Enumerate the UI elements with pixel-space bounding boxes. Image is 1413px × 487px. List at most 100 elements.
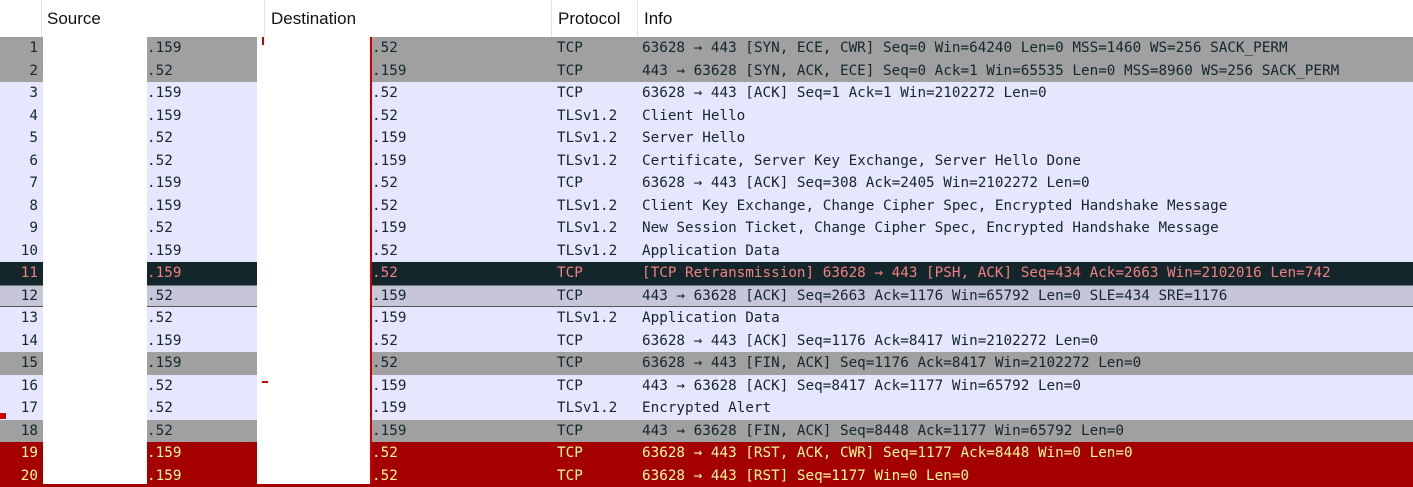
packet-protocol: TLSv1.2 [557, 307, 617, 330]
packet-destination: .52 [372, 240, 398, 263]
packet-source: .52 [147, 60, 173, 83]
packet-protocol: TCP [557, 172, 583, 195]
packet-source: .159 [147, 262, 181, 285]
packet-protocol: TCP [557, 285, 583, 308]
packet-protocol: TCP [557, 420, 583, 443]
packet-protocol: TCP [557, 442, 583, 465]
packet-row[interactable]: 15.159.52TCP63628 → 443 [FIN, ACK] Seq=1… [0, 352, 1413, 375]
packet-destination: .52 [372, 195, 398, 218]
packet-number: 12 [0, 285, 38, 308]
packet-row[interactable]: 10 .159 .52 TLSv1.2 Application Data [0, 240, 1413, 263]
packet-destination: .159 [372, 150, 406, 173]
packet-source: .52 [147, 127, 173, 150]
packet-info: 443 → 63628 [ACK] Seq=2663 Ack=1176 Win=… [642, 285, 1227, 308]
packet-row[interactable]: 16.52.159TCP443 → 63628 [ACK] Seq=8417 A… [0, 375, 1413, 398]
packet-protocol: TCP [557, 262, 583, 285]
packet-source: .52 [147, 375, 173, 398]
packet-info: 63628 → 443 [FIN, ACK] Seq=1176 Ack=8417… [642, 352, 1141, 375]
packet-source: .159 [147, 352, 181, 375]
column-separator[interactable] [41, 0, 42, 37]
packet-row[interactable]: 18.52.159TCP443 → 63628 [FIN, ACK] Seq=8… [0, 420, 1413, 443]
packet-info: Application Data [642, 240, 780, 263]
packet-row[interactable]: 6.52.159TLSv1.2Certificate, Server Key E… [0, 150, 1413, 173]
packet-destination: .52 [372, 330, 398, 353]
packet-number: 11 [0, 262, 38, 285]
column-separator[interactable] [637, 0, 638, 37]
packet-source: .52 [147, 285, 173, 308]
packet-number: 19 [0, 442, 38, 465]
packet-number: 9 [0, 217, 38, 240]
packet-destination: .52 [372, 82, 398, 105]
packet-protocol: TLSv1.2 [557, 217, 617, 240]
packet-row[interactable]: 7.159.52TCP63628 → 443 [ACK] Seq=308 Ack… [0, 172, 1413, 195]
packet-protocol: TLSv1.2 [557, 240, 617, 263]
column-header-info[interactable]: Info [644, 0, 672, 37]
packet-destination: .52 [372, 37, 398, 60]
packet-destination: .159 [372, 127, 406, 150]
packet-info: 63628 → 443 [ACK] Seq=1 Ack=1 Win=210227… [642, 82, 1047, 105]
packet-source: .159 [147, 172, 181, 195]
packet-number: 7 [0, 172, 38, 195]
packet-row[interactable]: 17.52.159TLSv1.2Encrypted Alert [0, 397, 1413, 420]
packet-info: 63628 → 443 [ACK] Seq=308 Ack=2405 Win=2… [642, 172, 1090, 195]
packet-destination: .52 [372, 262, 398, 285]
redaction-mask-destination [257, 37, 370, 484]
packet-number: 8 [0, 195, 38, 218]
packet-destination: .159 [372, 60, 406, 83]
packet-info: Application Data [642, 307, 780, 330]
packet-number: 1 [0, 37, 38, 60]
packet-number: 5 [0, 127, 38, 150]
packet-protocol: TCP [557, 375, 583, 398]
packet-list-header: Source Destination Protocol Info [0, 0, 1413, 37]
packet-row[interactable]: 11.159.52TCP[TCP Retransmission] 63628 →… [0, 262, 1413, 285]
column-separator[interactable] [264, 0, 265, 37]
packet-destination: .159 [372, 397, 406, 420]
packet-row[interactable]: 19.159.52TCP63628 → 443 [RST, ACK, CWR] … [0, 442, 1413, 465]
packet-info: 443 → 63628 [FIN, ACK] Seq=8448 Ack=1177… [642, 420, 1124, 443]
packet-row[interactable]: 1.159.52TCP63628 → 443 [SYN, ECE, CWR] S… [0, 37, 1413, 60]
packet-info: 63628 → 443 [SYN, ECE, CWR] Seq=0 Win=64… [642, 37, 1288, 60]
packet-destination: .159 [372, 217, 406, 240]
packet-row[interactable]: 2.52.159TCP443 → 63628 [SYN, ACK, ECE] S… [0, 60, 1413, 83]
redaction-mask-source [43, 37, 147, 484]
column-separator[interactable] [551, 0, 552, 37]
packet-destination: .52 [372, 442, 398, 465]
packet-source: .159 [147, 240, 181, 263]
packet-source: .52 [147, 420, 173, 443]
packet-row[interactable]: 3.159.52TCP63628 → 443 [ACK] Seq=1 Ack=1… [0, 82, 1413, 105]
packet-row[interactable]: 5.52.159TLSv1.2Server Hello [0, 127, 1413, 150]
packet-row[interactable]: 12.52.159TCP443 → 63628 [ACK] Seq=2663 A… [0, 285, 1413, 308]
packet-row[interactable]: 4.159.52TLSv1.2Client Hello [0, 105, 1413, 128]
packet-protocol: TLSv1.2 [557, 150, 617, 173]
column-header-source[interactable]: Source [47, 0, 101, 37]
column-header-destination[interactable]: Destination [271, 0, 356, 37]
packet-info: New Session Ticket, Change Cipher Spec, … [642, 217, 1219, 240]
packet-source: .159 [147, 195, 181, 218]
packet-source: .52 [147, 397, 173, 420]
packet-row[interactable]: 14.159.52TCP63628 → 443 [ACK] Seq=1176 A… [0, 330, 1413, 353]
packet-source: .159 [147, 330, 181, 353]
packet-protocol: TLSv1.2 [557, 397, 617, 420]
redaction-artifact [0, 413, 6, 419]
packet-source: .159 [147, 105, 181, 128]
column-header-protocol[interactable]: Protocol [558, 0, 620, 37]
packet-info: Client Key Exchange, Change Cipher Spec,… [642, 195, 1227, 218]
packet-row[interactable]: 13.52.159TLSv1.2Application Data [0, 307, 1413, 330]
packet-protocol: TLSv1.2 [557, 105, 617, 128]
packet-source: .159 [147, 37, 181, 60]
packet-protocol: TCP [557, 82, 583, 105]
packet-row[interactable]: 9.52.159TLSv1.2New Session Ticket, Chang… [0, 217, 1413, 240]
packet-number: 18 [0, 420, 38, 443]
packet-destination: .52 [372, 105, 398, 128]
packet-info: 443 → 63628 [SYN, ACK, ECE] Seq=0 Ack=1 … [642, 60, 1339, 83]
packet-source: .52 [147, 150, 173, 173]
packet-row[interactable]: 8.159.52TLSv1.2Client Key Exchange, Chan… [0, 195, 1413, 218]
redaction-artifact [262, 381, 268, 383]
redaction-artifact [370, 37, 372, 484]
packet-info: 443 → 63628 [ACK] Seq=8417 Ack=1177 Win=… [642, 375, 1081, 398]
packet-protocol: TCP [557, 60, 583, 83]
packet-destination: .52 [372, 352, 398, 375]
packet-number: 10 [0, 240, 38, 263]
packet-number: 14 [0, 330, 38, 353]
packet-number: 4 [0, 105, 38, 128]
